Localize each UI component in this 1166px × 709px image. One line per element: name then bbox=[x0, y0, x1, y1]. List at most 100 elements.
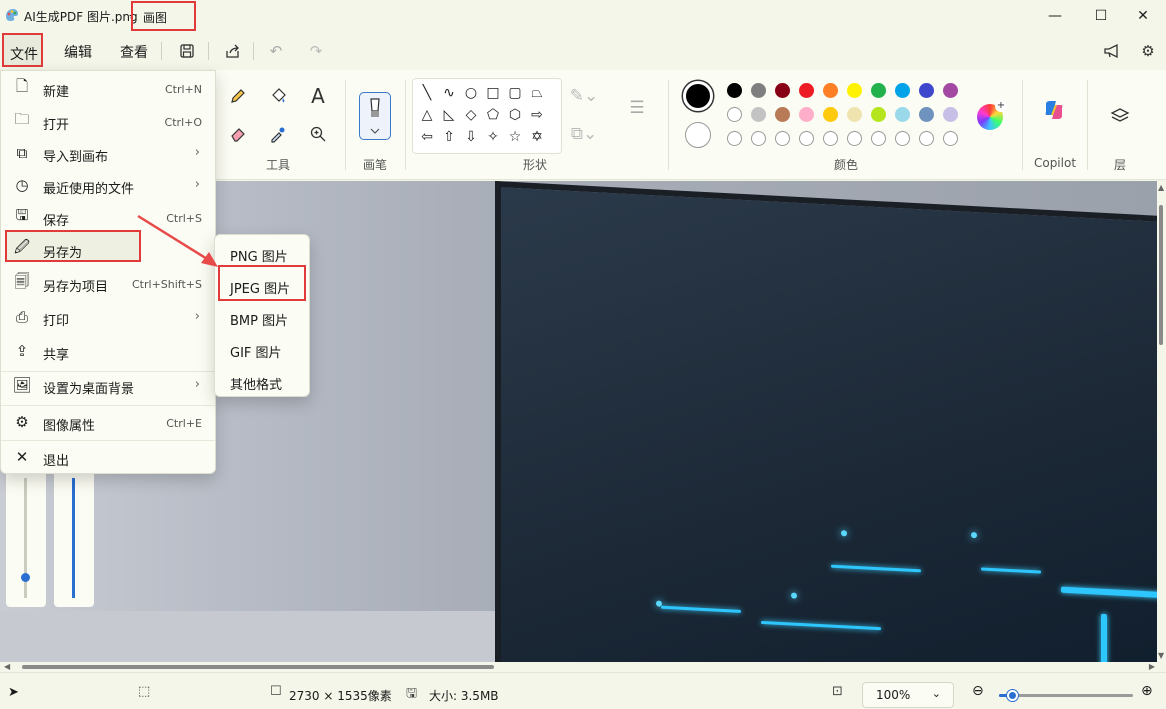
horizontal-scrollbar[interactable]: ◀ ▶ bbox=[0, 662, 1157, 672]
color-swatch[interactable] bbox=[775, 107, 790, 122]
file-menu-item[interactable]: ✕ 退出 bbox=[1, 442, 215, 472]
zoom-slider-track[interactable] bbox=[999, 690, 1133, 701]
hexagon-shape[interactable]: ⬡ bbox=[507, 107, 523, 123]
save-as-other-formats[interactable]: 其他格式 bbox=[230, 374, 282, 393]
rounded-rectangle-shape[interactable]: ▢ bbox=[507, 85, 523, 101]
oval-shape[interactable]: ○ bbox=[463, 85, 479, 101]
secondary-color[interactable] bbox=[685, 122, 711, 148]
undo-button[interactable]: ↶ bbox=[266, 41, 286, 61]
file-menu-item[interactable]: 🖉 另存为 bbox=[1, 234, 215, 264]
menu-view[interactable]: 查看 bbox=[114, 38, 154, 64]
six-point-star-shape[interactable]: ✡ bbox=[529, 129, 545, 145]
right-triangle-shape[interactable]: ◺ bbox=[441, 107, 457, 123]
color-swatch[interactable] bbox=[751, 131, 766, 146]
fill-dropdown[interactable]: ⧉⌄ bbox=[571, 122, 597, 146]
scroll-right-icon[interactable]: ▶ bbox=[1149, 662, 1155, 671]
file-menu-item[interactable]: ⎙ 打印 › bbox=[1, 302, 215, 332]
vertical-scroll-thumb[interactable] bbox=[1159, 205, 1163, 345]
close-window-button[interactable]: ✕ bbox=[1120, 0, 1166, 32]
share-quick-button[interactable] bbox=[222, 41, 242, 61]
color-swatch[interactable] bbox=[799, 131, 814, 146]
file-menu-item[interactable]: 🗐 另存为项目 Ctrl+Shift+S bbox=[1, 268, 215, 298]
save-as-jpeg[interactable]: JPEG 图片 bbox=[230, 278, 290, 297]
color-picker-tool[interactable] bbox=[266, 122, 290, 146]
color-swatch[interactable] bbox=[727, 131, 742, 146]
file-menu-item[interactable]: 🖼 设置为桌面背景 › bbox=[1, 370, 215, 400]
color-swatch[interactable] bbox=[823, 107, 838, 122]
color-swatch[interactable] bbox=[823, 131, 838, 146]
color-swatch[interactable] bbox=[727, 83, 742, 98]
color-swatch[interactable] bbox=[919, 83, 934, 98]
down-arrow-shape[interactable]: ⇩ bbox=[463, 129, 479, 145]
left-arrow-shape[interactable]: ⇦ bbox=[419, 129, 435, 145]
zoom-in-icon[interactable]: ⊕ bbox=[1141, 683, 1153, 699]
horizontal-scroll-thumb[interactable] bbox=[22, 665, 494, 669]
color-swatch[interactable] bbox=[919, 107, 934, 122]
scroll-left-icon[interactable]: ◀ bbox=[4, 662, 10, 671]
rectangle-shape[interactable]: □ bbox=[485, 85, 501, 101]
color-swatch[interactable] bbox=[871, 83, 886, 98]
color-swatch[interactable] bbox=[847, 83, 862, 98]
color-swatch[interactable] bbox=[847, 131, 862, 146]
pencil-tool[interactable] bbox=[226, 84, 250, 108]
color-swatch[interactable] bbox=[823, 83, 838, 98]
color-swatch[interactable] bbox=[895, 107, 910, 122]
color-swatch[interactable] bbox=[895, 83, 910, 98]
menu-file[interactable]: 文件 bbox=[2, 33, 43, 67]
five-point-star-shape[interactable]: ☆ bbox=[507, 129, 523, 145]
eraser-tool[interactable] bbox=[226, 122, 250, 146]
scroll-up-icon[interactable]: ▲ bbox=[1158, 183, 1164, 192]
file-menu-item[interactable]: ⚙ 图像属性 Ctrl+E bbox=[1, 407, 215, 437]
zoom-select[interactable]: 100% ⌄ bbox=[862, 682, 954, 708]
color-swatch[interactable] bbox=[943, 131, 958, 146]
file-menu-item[interactable]: 🖫 保存 Ctrl+S bbox=[1, 202, 215, 232]
scroll-down-icon[interactable]: ▼ bbox=[1158, 651, 1164, 660]
redo-button[interactable]: ↷ bbox=[306, 41, 326, 61]
color-swatch[interactable] bbox=[943, 83, 958, 98]
file-menu-item[interactable]: 🗀 打开 Ctrl+O bbox=[1, 106, 215, 136]
color-swatch[interactable] bbox=[847, 107, 862, 122]
magnifier-tool[interactable] bbox=[306, 122, 330, 146]
color-swatch[interactable] bbox=[799, 107, 814, 122]
right-arrow-shape[interactable]: ⇨ bbox=[529, 107, 545, 123]
zoom-out-icon[interactable]: ⊖ bbox=[972, 683, 984, 699]
color-swatch[interactable] bbox=[895, 131, 910, 146]
fit-to-window-icon[interactable]: ⊡ bbox=[832, 684, 843, 699]
file-menu-item[interactable]: ◷ 最近使用的文件 › bbox=[1, 170, 215, 200]
color-swatch[interactable] bbox=[775, 83, 790, 98]
diamond-shape[interactable]: ◇ bbox=[463, 107, 479, 123]
copilot-button[interactable] bbox=[1042, 98, 1066, 122]
file-menu-item[interactable]: ⧉ 导入到画布 › bbox=[1, 138, 215, 168]
layers-button[interactable] bbox=[1108, 104, 1132, 128]
color-swatch[interactable] bbox=[751, 83, 766, 98]
polygon-shape[interactable]: ⏢ bbox=[529, 85, 545, 101]
slider-thumb[interactable] bbox=[21, 573, 30, 582]
color-swatch[interactable] bbox=[727, 107, 742, 122]
minimize-button[interactable]: — bbox=[1032, 0, 1078, 32]
brush-button[interactable] bbox=[359, 92, 391, 140]
color-swatch[interactable] bbox=[751, 107, 766, 122]
pentagon-shape[interactable]: ⬠ bbox=[485, 107, 501, 123]
save-as-gif[interactable]: GIF 图片 bbox=[230, 342, 282, 361]
color-swatch[interactable] bbox=[799, 83, 814, 98]
up-arrow-shape[interactable]: ⇧ bbox=[441, 129, 457, 145]
stroke-size-button[interactable]: ☰ bbox=[625, 96, 649, 120]
edit-colors-button[interactable]: + bbox=[977, 100, 1007, 130]
color-swatch[interactable] bbox=[775, 131, 790, 146]
line-shape[interactable]: ╲ bbox=[419, 85, 435, 101]
color-swatch[interactable] bbox=[871, 131, 886, 146]
brush-size-slider[interactable] bbox=[6, 470, 46, 607]
fill-tool[interactable] bbox=[266, 84, 290, 108]
zoom-slider-thumb[interactable] bbox=[1007, 690, 1019, 701]
file-menu-item[interactable]: 🗋 新建 Ctrl+N bbox=[1, 73, 215, 103]
menu-edit[interactable]: 编辑 bbox=[58, 38, 98, 64]
vertical-scrollbar[interactable]: ▲ ▼ bbox=[1157, 181, 1166, 662]
color-swatch[interactable] bbox=[943, 107, 958, 122]
save-as-bmp[interactable]: BMP 图片 bbox=[230, 310, 288, 329]
file-menu-item[interactable]: ⇪ 共享 bbox=[1, 336, 215, 366]
save-as-png[interactable]: PNG 图片 bbox=[230, 246, 288, 265]
text-tool[interactable]: A bbox=[306, 84, 330, 108]
maximize-button[interactable]: ☐ bbox=[1078, 0, 1124, 32]
curve-shape[interactable]: ∿ bbox=[441, 85, 457, 101]
feedback-button[interactable] bbox=[1102, 41, 1122, 61]
